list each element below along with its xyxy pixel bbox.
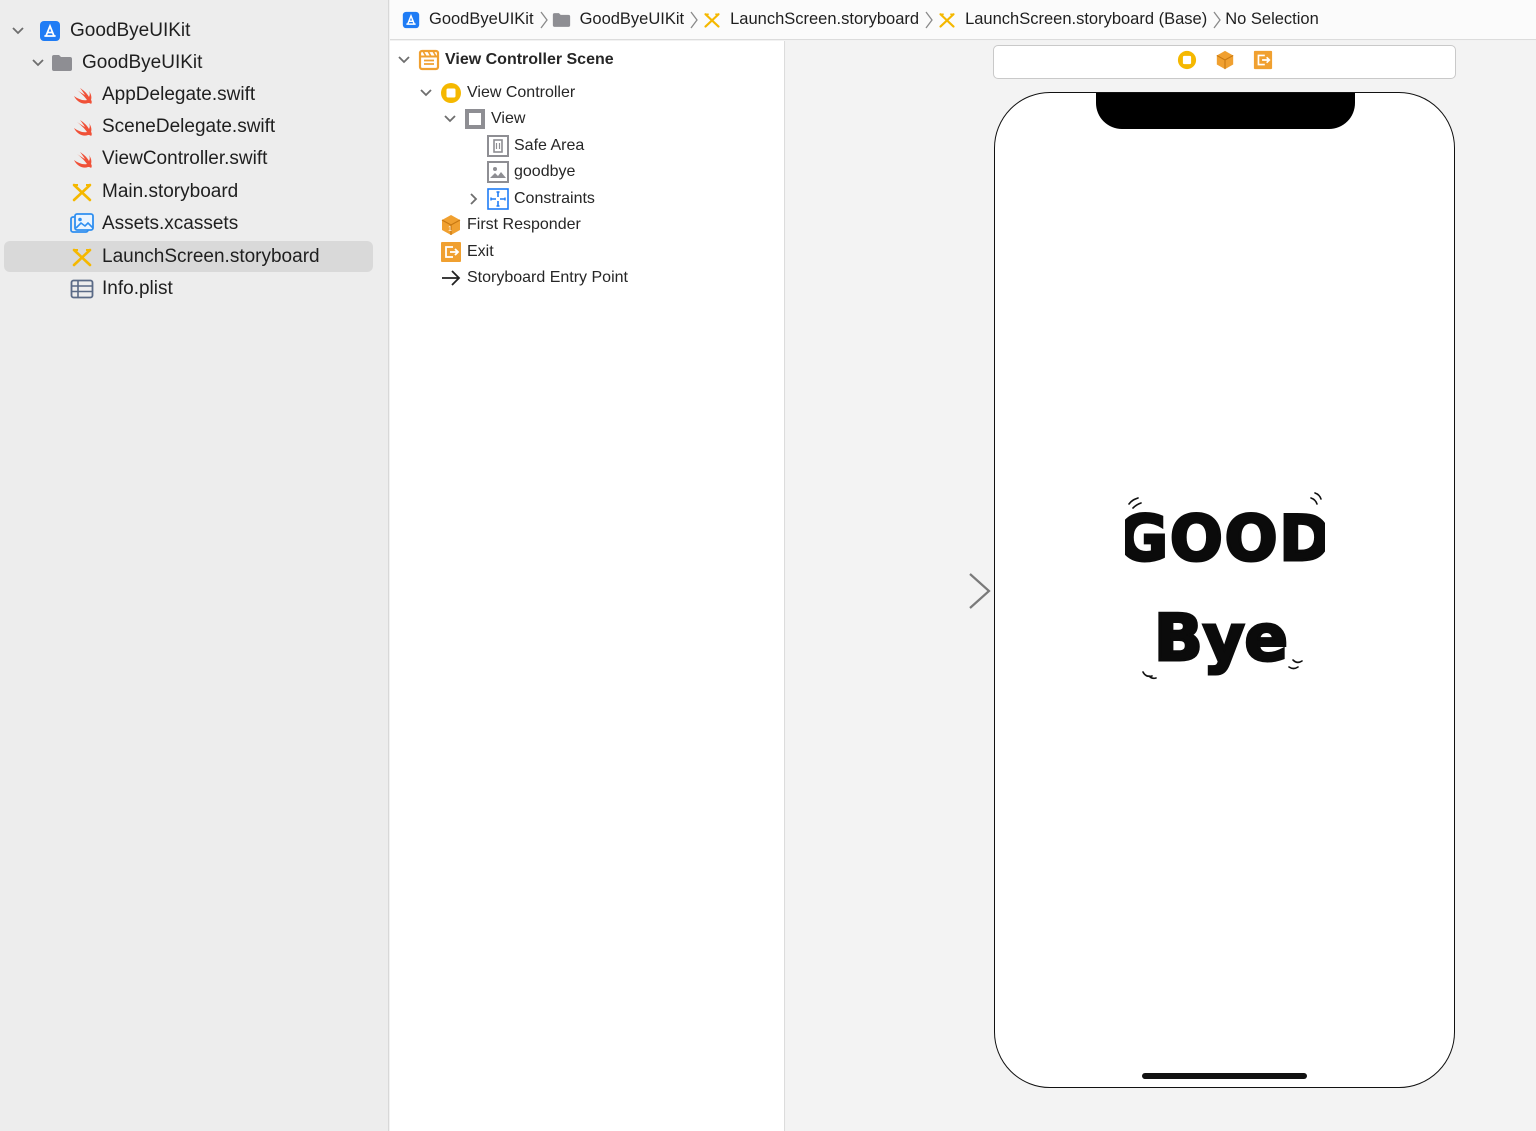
breadcrumb-item[interactable]: GoodByeUIKit bbox=[401, 10, 534, 30]
storyboard-icon bbox=[70, 245, 94, 269]
navigator-item-scenedelegate[interactable]: SceneDelegate.swift bbox=[4, 111, 373, 142]
asset-catalog-icon bbox=[70, 212, 94, 236]
navigator-item-label: Assets.xcassets bbox=[102, 212, 239, 234]
document-outline: View Controller Scene View Controller Vi… bbox=[390, 41, 785, 1131]
storyboard-icon bbox=[702, 10, 722, 30]
outline-item-label: Constraints bbox=[514, 190, 595, 207]
exit-icon[interactable] bbox=[1253, 50, 1273, 75]
chevron-right-icon bbox=[537, 10, 551, 30]
breadcrumb-label: LaunchScreen.storyboard bbox=[730, 10, 920, 28]
outline-item-label: Safe Area bbox=[514, 137, 585, 154]
navigator-item-assets[interactable]: Assets.xcassets bbox=[4, 208, 373, 239]
storyboard-canvas[interactable]: GOOD Bye bbox=[786, 41, 1536, 1131]
chevron-down-icon[interactable] bbox=[442, 111, 458, 127]
swift-file-icon bbox=[70, 115, 94, 139]
entry-point-arrow-icon bbox=[440, 267, 462, 289]
navigator-item-label: Main.storyboard bbox=[102, 180, 239, 202]
safe-area-icon bbox=[487, 135, 509, 157]
scene-dock bbox=[993, 45, 1456, 79]
navigator-item-group[interactable]: GoodByeUIKit bbox=[4, 47, 373, 78]
image-view-icon bbox=[487, 161, 509, 183]
chevron-down-icon[interactable] bbox=[396, 52, 412, 68]
device-notch bbox=[1096, 93, 1355, 129]
storyboard-entry-arrow[interactable] bbox=[882, 571, 994, 611]
outline-item-constraints[interactable]: Constraints bbox=[466, 186, 595, 212]
view-controller-icon bbox=[440, 82, 462, 104]
scene-icon bbox=[418, 49, 440, 71]
view-icon bbox=[464, 108, 486, 130]
navigator-item-main-storyboard[interactable]: Main.storyboard bbox=[4, 176, 373, 207]
chevron-down-icon[interactable] bbox=[30, 55, 46, 71]
chevron-right-icon bbox=[1210, 10, 1224, 30]
svg-text:1: 1 bbox=[448, 226, 452, 233]
swift-file-icon bbox=[70, 147, 94, 171]
breadcrumb-item[interactable]: GoodByeUIKit bbox=[552, 10, 685, 30]
navigator-item-appdelegate[interactable]: AppDelegate.swift bbox=[4, 79, 373, 110]
navigator-item-label: GoodByeUIKit bbox=[82, 51, 203, 73]
storyboard-icon bbox=[937, 10, 957, 30]
outline-item-view-controller[interactable]: View Controller bbox=[418, 80, 575, 106]
navigator-item-label: GoodByeUIKit bbox=[70, 19, 191, 41]
breadcrumb-item[interactable]: No Selection bbox=[1225, 10, 1319, 29]
folder-icon bbox=[50, 51, 74, 75]
folder-icon bbox=[552, 10, 572, 30]
jump-bar: GoodByeUIKit GoodByeUIKit LaunchScreen.s… bbox=[390, 0, 1536, 40]
swift-file-icon bbox=[70, 83, 94, 107]
first-responder-icon: 1 bbox=[440, 214, 462, 236]
outline-item-label: Storyboard Entry Point bbox=[467, 269, 628, 286]
chevron-right-icon bbox=[687, 10, 701, 30]
plist-icon bbox=[70, 277, 94, 301]
app-project-icon bbox=[38, 19, 62, 43]
outline-item-label: View Controller Scene bbox=[445, 51, 614, 68]
breadcrumb-label: GoodByeUIKit bbox=[429, 10, 534, 28]
chevron-down-icon[interactable] bbox=[418, 85, 434, 101]
navigator-item-label: AppDelegate.swift bbox=[102, 83, 256, 105]
outline-item-exit[interactable]: Exit bbox=[440, 239, 494, 265]
navigator-item-label: SceneDelegate.swift bbox=[102, 115, 276, 137]
goodbye-image[interactable]: GOOD Bye bbox=[1125, 490, 1325, 690]
constraints-icon bbox=[487, 188, 509, 210]
breadcrumb-item[interactable]: LaunchScreen.storyboard bbox=[702, 10, 919, 30]
breadcrumb-label: LaunchScreen.storyboard (Base) bbox=[965, 10, 1208, 28]
storyboard-icon bbox=[70, 180, 94, 204]
outline-item-safe-area[interactable]: Safe Area bbox=[487, 133, 584, 159]
outline-item-image-view[interactable]: goodbye bbox=[487, 159, 575, 185]
outline-item-label: View Controller bbox=[467, 84, 576, 101]
iphone-frame[interactable]: GOOD Bye bbox=[994, 92, 1455, 1088]
breadcrumb-item[interactable]: LaunchScreen.storyboard (Base) bbox=[937, 10, 1207, 30]
goodbye-line2: Bye bbox=[1154, 602, 1288, 676]
outline-item-scene[interactable]: View Controller Scene bbox=[396, 47, 614, 73]
goodbye-line1: GOOD bbox=[1125, 502, 1325, 575]
breadcrumb-label: No Selection bbox=[1225, 10, 1319, 28]
outline-item-entry-point[interactable]: Storyboard Entry Point bbox=[440, 265, 628, 291]
navigator-item-launchscreen-storyboard[interactable]: LaunchScreen.storyboard bbox=[4, 241, 373, 272]
navigator-item-info-plist[interactable]: Info.plist bbox=[4, 273, 373, 304]
view-controller-icon[interactable] bbox=[1177, 50, 1197, 75]
breadcrumb-label: GoodByeUIKit bbox=[579, 10, 685, 28]
outline-item-label: View bbox=[491, 110, 526, 127]
outline-item-label: goodbye bbox=[514, 163, 576, 180]
outline-item-first-responder[interactable]: 1 First Responder bbox=[440, 212, 581, 238]
motion-mark bbox=[1288, 659, 1303, 670]
outline-item-label: First Responder bbox=[467, 216, 581, 233]
chevron-right-icon[interactable] bbox=[466, 191, 482, 207]
navigator-item-label: Info.plist bbox=[102, 277, 173, 299]
chevron-right-icon bbox=[922, 10, 936, 30]
navigator-item-project[interactable]: GoodByeUIKit bbox=[4, 15, 373, 46]
project-navigator: GoodByeUIKit GoodByeUIKit AppDelegate.sw… bbox=[0, 0, 389, 1131]
home-indicator bbox=[1142, 1073, 1307, 1079]
exit-icon bbox=[440, 241, 462, 263]
outline-item-view[interactable]: View bbox=[442, 106, 525, 132]
navigator-item-viewcontroller[interactable]: ViewController.swift bbox=[4, 143, 373, 174]
outline-item-label: Exit bbox=[467, 243, 494, 260]
app-project-icon bbox=[401, 10, 421, 30]
navigator-item-label: ViewController.swift bbox=[102, 147, 268, 169]
chevron-down-icon[interactable] bbox=[10, 23, 26, 39]
first-responder-icon[interactable] bbox=[1215, 50, 1235, 75]
navigator-item-label: LaunchScreen.storyboard bbox=[102, 245, 320, 267]
